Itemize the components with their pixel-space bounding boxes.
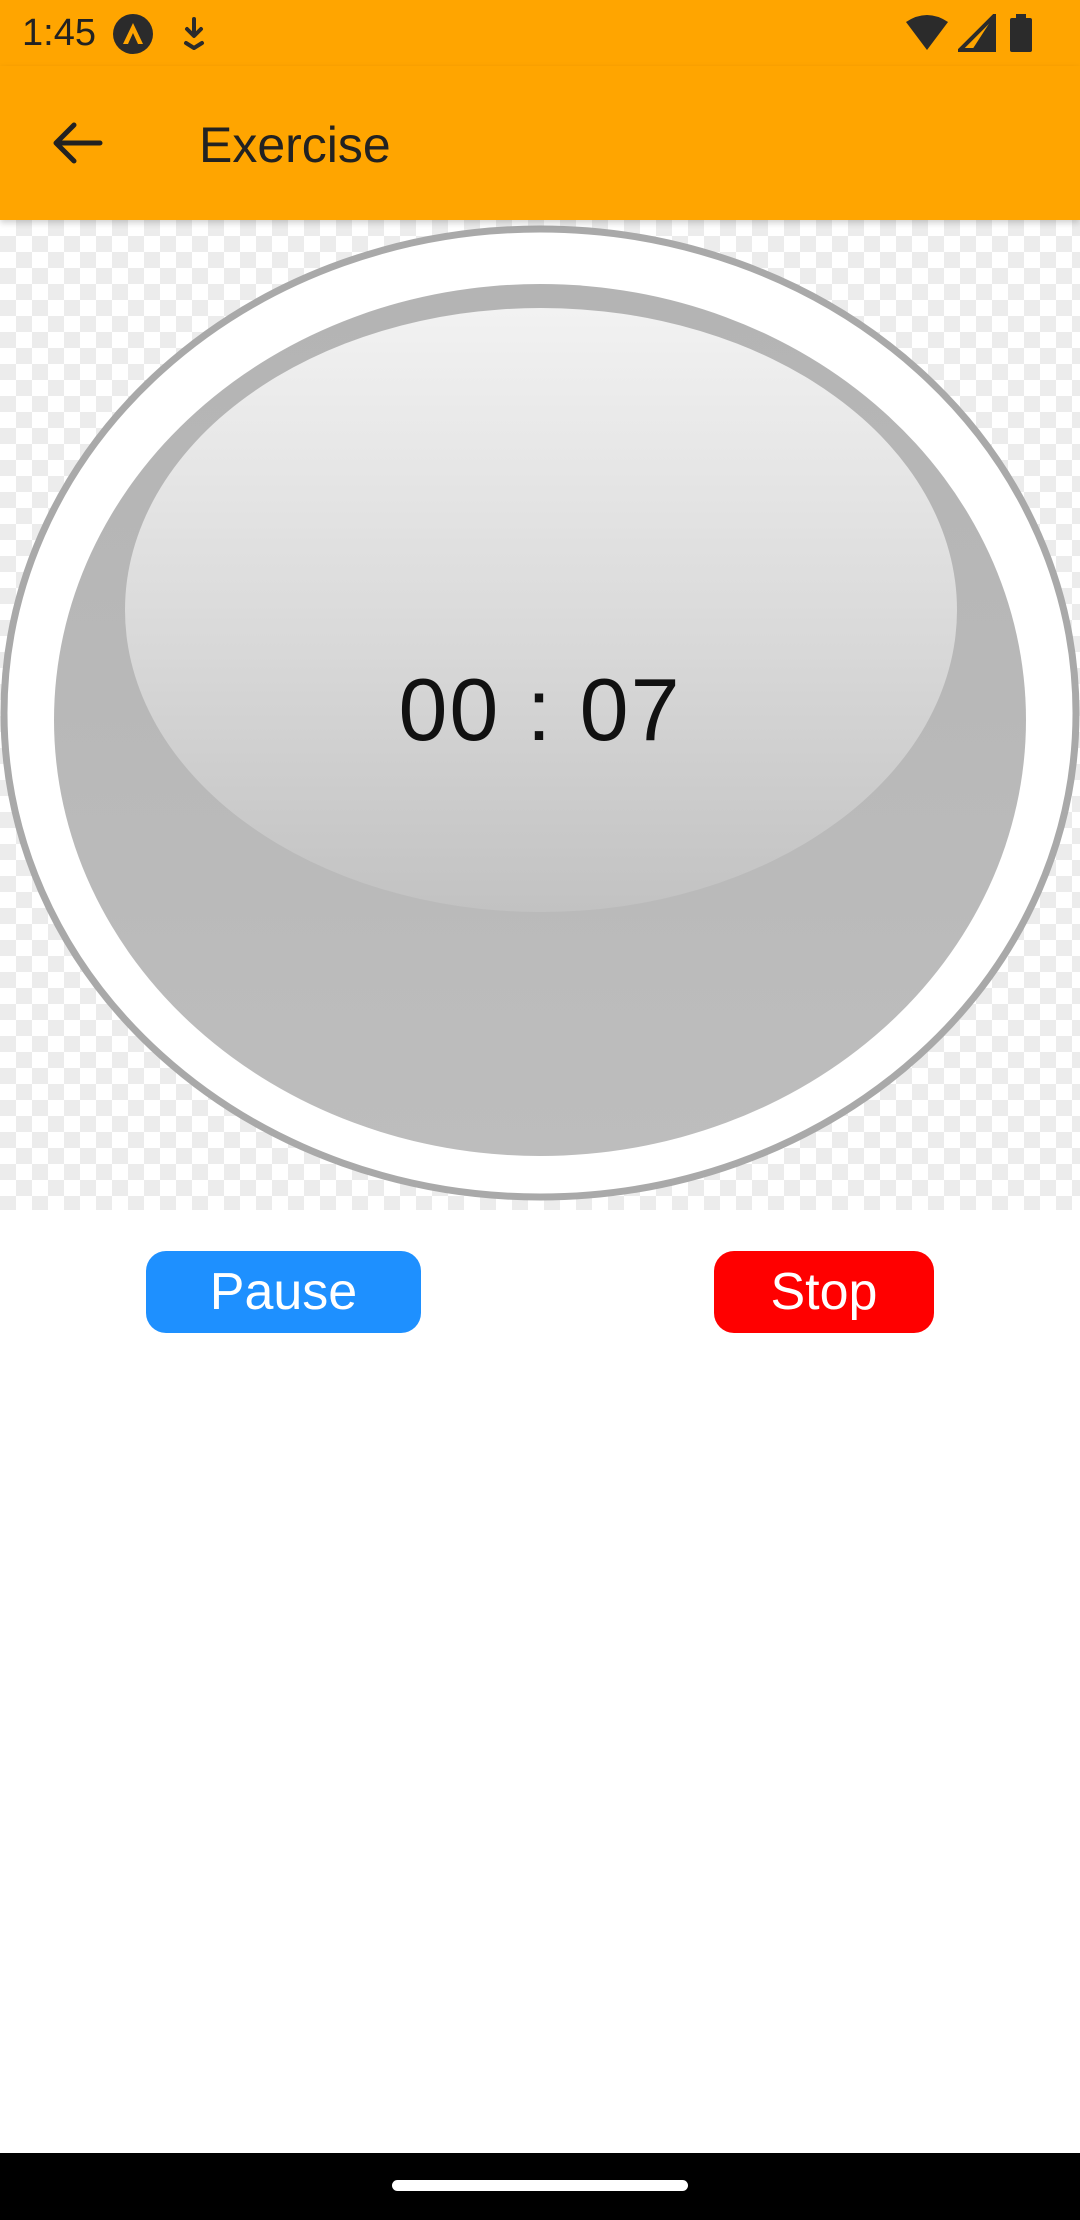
stop-button[interactable]: Stop — [714, 1251, 934, 1333]
download-notification-icon — [180, 17, 208, 51]
cellular-signal-icon — [958, 14, 996, 52]
exercise-screen: 1:45 Exercise 00: 07 Pause Stop — [0, 0, 1080, 2220]
wifi-icon — [906, 15, 948, 50]
gesture-home-handle[interactable] — [392, 2180, 688, 2191]
back-button[interactable] — [28, 103, 128, 183]
app-bar: Exercise — [0, 66, 1080, 220]
app-notification-icon — [112, 13, 154, 55]
battery-icon — [1010, 14, 1032, 52]
status-bar: 1:45 — [0, 0, 1080, 66]
status-time: 1:45 — [22, 12, 96, 54]
navigation-bar — [0, 2153, 1080, 2220]
status-icons — [904, 14, 1054, 54]
timer-display: 00 : 07 — [398, 660, 682, 759]
pause-button[interactable]: Pause — [146, 1251, 421, 1333]
page-title: Exercise — [199, 117, 391, 173]
timer-area: 00 : 07 — [0, 220, 1080, 1210]
arrow-back-icon — [53, 122, 103, 164]
